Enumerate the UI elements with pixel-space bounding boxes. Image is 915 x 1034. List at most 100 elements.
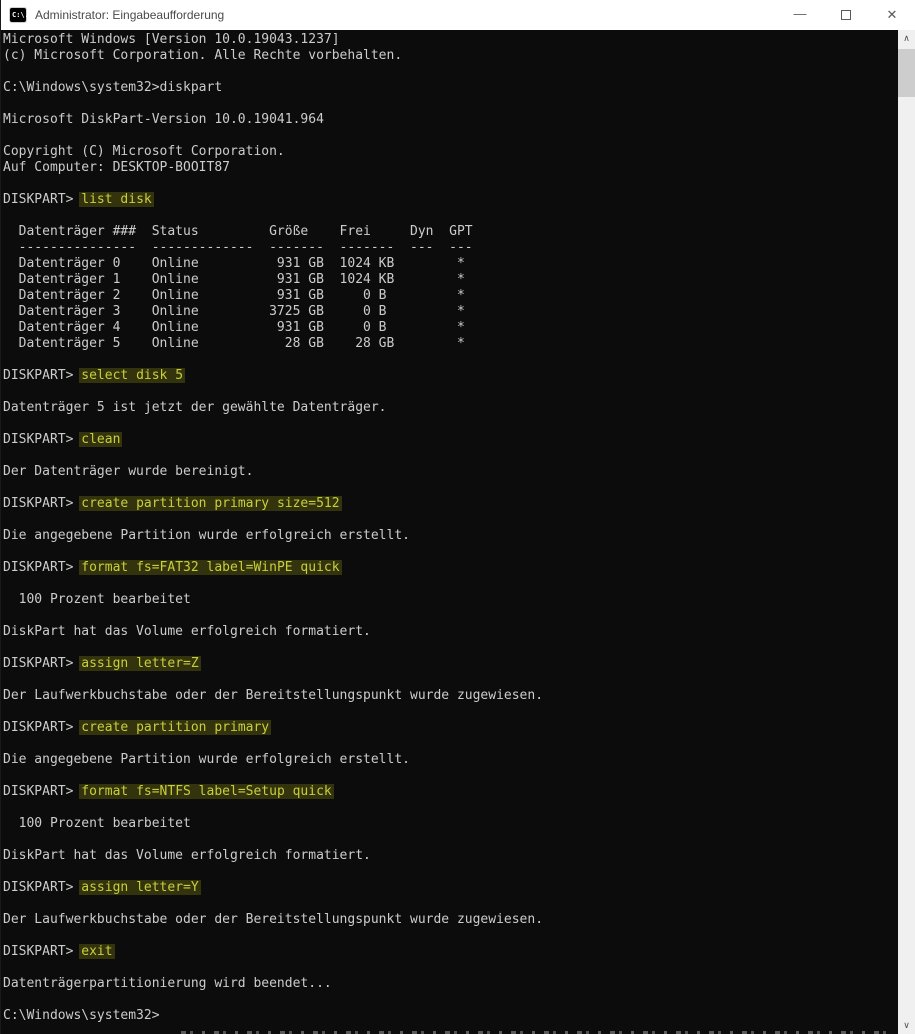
close-icon: ✕ — [886, 7, 898, 22]
command-text: clean — [81, 432, 121, 447]
vertical-scrollbar[interactable]: ∧ ∨ — [898, 30, 915, 1034]
title-bar[interactable]: C:\. Administrator: Eingabeaufforderung … — [1, 0, 915, 30]
command-text: exit — [81, 944, 113, 959]
output-text: DiskPart hat das Volume erfolgreich form… — [3, 624, 371, 639]
command-text: create partition primary size=512 — [81, 496, 340, 511]
terminal-line: Microsoft DiskPart-Version 10.0.19041.96… — [3, 112, 898, 128]
output-text: DISKPART> — [3, 368, 82, 383]
output-text: 100 Prozent bearbeitet — [3, 816, 191, 831]
scroll-up-icon[interactable]: ∧ — [898, 30, 915, 47]
maximize-icon — [841, 10, 851, 20]
terminal-line: DISKPART> select disk 5 — [3, 368, 898, 384]
output-text: DISKPART> — [3, 192, 82, 207]
cmd-window: C:\. Administrator: Eingabeaufforderung … — [0, 0, 915, 1034]
cmd-app-icon: C:\. — [10, 8, 29, 22]
terminal-line: Datenträger 5 ist jetzt der gewählte Dat… — [3, 400, 898, 416]
minimize-icon: — — [793, 5, 807, 21]
terminal-line: Die angegebene Partition wurde erfolgrei… — [3, 528, 898, 544]
command-text: assign letter=Y — [81, 880, 199, 895]
terminal-line: DiskPart hat das Volume erfolgreich form… — [3, 848, 898, 864]
minimize-button[interactable]: — — [777, 0, 823, 30]
output-text: Der Datenträger wurde bereinigt. — [3, 464, 254, 479]
output-text: Datenträger 1 Online 931 GB 1024 KB * — [3, 272, 465, 287]
output-text: DISKPART> — [3, 432, 82, 447]
terminal-output: Microsoft Windows [Version 10.0.19043.12… — [1, 30, 898, 1024]
output-text: Datenträger 4 Online 931 GB 0 B * — [3, 320, 465, 335]
output-text: C:\Windows\system32>diskpart — [3, 80, 223, 95]
window-title: Administrator: Eingabeaufforderung — [35, 8, 225, 22]
terminal-line: DISKPART> assign letter=Y — [3, 880, 898, 896]
terminal-line: Datenträger 0 Online 931 GB 1024 KB * — [3, 256, 898, 272]
terminal-line: Copyright (C) Microsoft Corporation. — [3, 144, 898, 160]
output-text: Auf Computer: DESKTOP-BOOIT87 — [3, 160, 230, 175]
cmd-app-icon-glyph: C:\. — [12, 10, 29, 19]
terminal-line: DISKPART> format fs=NTFS label=Setup qui… — [3, 784, 898, 800]
output-text: Die angegebene Partition wurde erfolgrei… — [3, 752, 410, 767]
terminal-line: Datenträgerpartitionierung wird beendet.… — [3, 976, 898, 992]
terminal-line: C:\Windows\system32> — [3, 1008, 898, 1024]
close-button[interactable]: ✕ — [869, 0, 915, 30]
terminal-line: Datenträger 1 Online 931 GB 1024 KB * — [3, 272, 898, 288]
output-text: Datenträger ### Status Größe Frei Dyn GP… — [3, 224, 473, 239]
output-text: Microsoft Windows [Version 10.0.19043.12… — [3, 32, 340, 47]
terminal-line: Datenträger 5 Online 28 GB 28 GB * — [3, 336, 898, 352]
terminal-line: DISKPART> list disk — [3, 192, 898, 208]
terminal-line: DISKPART> assign letter=Z — [3, 656, 898, 672]
command-text: create partition primary — [81, 720, 270, 735]
terminal-area[interactable]: Microsoft Windows [Version 10.0.19043.12… — [1, 30, 898, 1034]
output-text: DISKPART> — [3, 656, 82, 671]
output-text: DISKPART> — [3, 944, 82, 959]
command-text: format fs=FAT32 label=WinPE quick — [81, 560, 340, 575]
maximize-button[interactable] — [823, 0, 869, 30]
output-text: Datenträgerpartitionierung wird beendet.… — [3, 976, 332, 991]
terminal-line: C:\Windows\system32>diskpart — [3, 80, 898, 96]
output-text: Datenträger 3 Online 3725 GB 0 B * — [3, 304, 465, 319]
output-text: DiskPart hat das Volume erfolgreich form… — [3, 848, 371, 863]
output-text: Datenträger 5 Online 28 GB 28 GB * — [3, 336, 465, 351]
command-text: format fs=NTFS label=Setup quick — [81, 784, 332, 799]
terminal-line: Die angegebene Partition wurde erfolgrei… — [3, 752, 898, 768]
output-text: 100 Prozent bearbeitet — [3, 592, 191, 607]
command-text: assign letter=Z — [81, 656, 199, 671]
scroll-down-icon[interactable]: ∨ — [898, 1017, 915, 1034]
terminal-line: DISKPART> clean — [3, 432, 898, 448]
output-text: C:\Windows\system32> — [3, 1008, 160, 1023]
terminal-line: 100 Prozent bearbeitet — [3, 816, 898, 832]
output-text: DISKPART> — [3, 880, 82, 895]
output-text: --------------- ------------- ------- --… — [3, 240, 473, 255]
terminal-line: 100 Prozent bearbeitet — [3, 592, 898, 608]
terminal-line: DISKPART> exit — [3, 944, 898, 960]
output-text: Copyright (C) Microsoft Corporation. — [3, 144, 285, 159]
scrollbar-thumb[interactable] — [898, 49, 915, 97]
terminal-line: DISKPART> format fs=FAT32 label=WinPE qu… — [3, 560, 898, 576]
output-text: DISKPART> — [3, 560, 82, 575]
command-text: list disk — [81, 192, 152, 207]
output-text: Die angegebene Partition wurde erfolgrei… — [3, 528, 410, 543]
terminal-line: Der Laufwerkbuchstabe oder der Bereitste… — [3, 688, 898, 704]
output-text: DISKPART> — [3, 720, 82, 735]
output-text: Datenträger 2 Online 931 GB 0 B * — [3, 288, 465, 303]
terminal-line: Microsoft Windows [Version 10.0.19043.12… — [3, 32, 898, 48]
output-text: Der Laufwerkbuchstabe oder der Bereitste… — [3, 688, 544, 703]
terminal-line: DiskPart hat das Volume erfolgreich form… — [3, 624, 898, 640]
terminal-line: Auf Computer: DESKTOP-BOOIT87 — [3, 160, 898, 176]
output-text: Der Laufwerkbuchstabe oder der Bereitste… — [3, 912, 544, 927]
